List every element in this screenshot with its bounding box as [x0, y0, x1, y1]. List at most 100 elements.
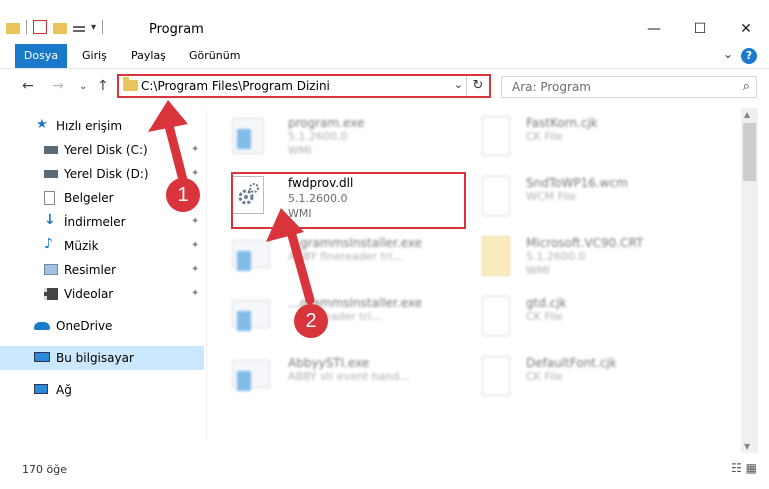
window-controls: — ☐ ✕ — [631, 14, 769, 44]
list-item[interactable]: …grammsInstaller.exe ABBY finereader tri… — [210, 230, 450, 286]
sidebar-item-music[interactable]: ♪ Müzik ✦ — [0, 234, 204, 258]
sidebar-item-quick-access[interactable]: ★ Hızlı erişim — [0, 114, 204, 138]
exe-file-icon — [232, 360, 270, 391]
file-name: …grammsInstaller.exe — [288, 236, 422, 250]
search-box[interactable]: Ara: Program ⌕ — [501, 76, 757, 98]
document-file-icon — [482, 296, 510, 336]
chevron-down-icon[interactable]: ⌄ — [454, 78, 463, 91]
tab-home[interactable]: Giriş — [82, 44, 107, 68]
pin-icon[interactable]: ✦ — [191, 264, 199, 275]
sidebar-item-label: Resimler — [64, 263, 117, 277]
network-icon — [34, 384, 48, 394]
download-icon: ↓ — [44, 212, 56, 228]
sidebar-item-videos[interactable]: Videolar ✦ — [0, 282, 204, 306]
music-icon: ♪ — [44, 236, 53, 252]
scroll-down-icon[interactable]: ▼ — [744, 442, 750, 451]
file-description: WMI — [288, 144, 312, 157]
file-name: AbbyySTI.exe — [288, 356, 370, 370]
view-toggle-icons[interactable]: ☷ ▦ — [731, 461, 757, 475]
address-path[interactable]: C:\Program Files\Program Dizini — [141, 79, 330, 93]
sidebar-item-label: Müzik — [64, 239, 99, 253]
quick-access-toolbar: ▾ — [6, 20, 104, 34]
list-item[interactable]: AbbyySTI.exe ABBY sti event hand… — [210, 350, 450, 406]
search-icon[interactable]: ⌕ — [743, 79, 750, 94]
refresh-button[interactable]: ↻ — [466, 76, 489, 96]
sidebar-item-label: Yerel Disk (D:) — [64, 167, 149, 181]
folder-icon — [6, 22, 20, 34]
file-name: DefaultFont.cjk — [526, 356, 617, 370]
close-button[interactable]: ✕ — [723, 14, 769, 44]
sidebar-item-label: Ağ — [56, 383, 72, 397]
list-item[interactable]: DefaultFont.cjk CK File — [460, 350, 700, 406]
help-icon[interactable]: ? — [741, 48, 757, 64]
star-icon: ★ — [36, 117, 48, 132]
recent-locations-button[interactable]: ⌄ — [79, 81, 87, 92]
folder-icon — [123, 77, 138, 91]
list-item[interactable]: Microsoft.VC90.CRT 5.1.2600.0 WMI — [460, 230, 700, 286]
scroll-up-icon[interactable]: ▲ — [744, 110, 750, 119]
step-callout-1: 1 — [166, 178, 200, 212]
window-title: Program — [149, 22, 204, 37]
divider — [102, 20, 104, 34]
tab-file[interactable]: Dosya — [15, 44, 67, 68]
navigation-pane: ★ Hızlı erişim Yerel Disk (C:) ✦ Yerel D… — [0, 110, 206, 450]
item-count: 170 öğe — [22, 463, 67, 476]
file-version: 5.1.2600.0 — [288, 130, 348, 143]
up-button[interactable]: ↑ — [97, 78, 109, 94]
minimize-button[interactable]: — — [631, 14, 677, 44]
divider — [26, 20, 27, 34]
pin-icon[interactable]: ✦ — [191, 288, 199, 299]
computer-icon — [34, 352, 50, 362]
tab-share[interactable]: Paylaş — [131, 44, 166, 68]
sidebar-item-label: İndirmeler — [64, 215, 126, 229]
sidebar-item-pictures[interactable]: Resimler ✦ — [0, 258, 204, 282]
tab-view[interactable]: Görünüm — [189, 44, 240, 68]
address-bar[interactable]: C:\Program Files\Program Dizini ⌄ ↻ — [117, 74, 491, 98]
forward-button[interactable]: → — [52, 78, 64, 94]
list-item[interactable]: program.exe 5.1.2600.0 WMI — [210, 110, 450, 166]
list-item[interactable]: …grammsInstaller.exe …finereader tri… — [210, 290, 450, 346]
sidebar-item-onedrive[interactable]: OneDrive — [0, 314, 204, 338]
highlight-box — [231, 172, 466, 229]
vertical-scrollbar[interactable]: ▲ ▼ — [741, 108, 758, 453]
sidebar-item-network[interactable]: Ağ — [0, 378, 204, 402]
new-folder-icon[interactable] — [53, 22, 67, 34]
step-callout-2: 2 — [294, 304, 328, 338]
exe-file-icon — [232, 118, 264, 154]
pane-divider[interactable] — [206, 110, 207, 440]
file-version: 5.1.2600.0 — [526, 250, 586, 263]
chevron-down-icon[interactable]: ▾ — [91, 22, 96, 33]
file-list: program.exe 5.1.2600.0 WMI fwdprov.dll 5… — [210, 106, 740, 446]
customize-toolbar-icon[interactable] — [73, 25, 85, 32]
back-button[interactable]: ← — [22, 78, 34, 94]
file-description: ABBY sti event hand… — [288, 370, 411, 383]
documents-icon — [44, 191, 55, 205]
list-item[interactable]: SndToWP16.wcm WCM File — [460, 170, 700, 226]
file-description: ABBY finereader tri… — [288, 250, 404, 263]
pin-icon[interactable]: ✦ — [191, 144, 199, 155]
scrollbar-thumb[interactable] — [743, 123, 756, 181]
properties-icon[interactable] — [33, 20, 47, 34]
maximize-button[interactable]: ☐ — [677, 14, 723, 44]
file-name: program.exe — [288, 116, 365, 130]
search-input[interactable]: Ara: Program — [512, 80, 591, 94]
list-item[interactable]: gtd.cjk CK File — [460, 290, 700, 346]
pin-icon[interactable]: ✦ — [191, 168, 199, 179]
file-type: CK File — [526, 370, 563, 383]
file-type: CK File — [526, 130, 563, 143]
title-bar: ▾ Program — ☐ ✕ — [0, 0, 769, 44]
cloud-icon — [34, 322, 50, 330]
sidebar-item-this-pc[interactable]: Bu bilgisayar — [0, 346, 204, 370]
sidebar-item-downloads[interactable]: ↓ İndirmeler ✦ — [0, 210, 204, 234]
sidebar-item-drive-c[interactable]: Yerel Disk (C:) ✦ — [0, 138, 204, 162]
status-bar: 170 öğe ☷ ▦ — [0, 455, 769, 489]
file-type: CK File — [526, 310, 563, 323]
file-name: Microsoft.VC90.CRT — [526, 236, 644, 250]
pin-icon[interactable]: ✦ — [191, 216, 199, 227]
pin-icon[interactable]: ✦ — [191, 240, 199, 251]
file-description: WMI — [526, 264, 550, 277]
sidebar-item-label: OneDrive — [56, 319, 113, 333]
expand-ribbon-icon[interactable]: ⌄ — [723, 47, 733, 61]
list-item[interactable]: FastKorn.cjk CK File — [460, 110, 700, 166]
sidebar-item-label: Hızlı erişim — [56, 119, 123, 133]
